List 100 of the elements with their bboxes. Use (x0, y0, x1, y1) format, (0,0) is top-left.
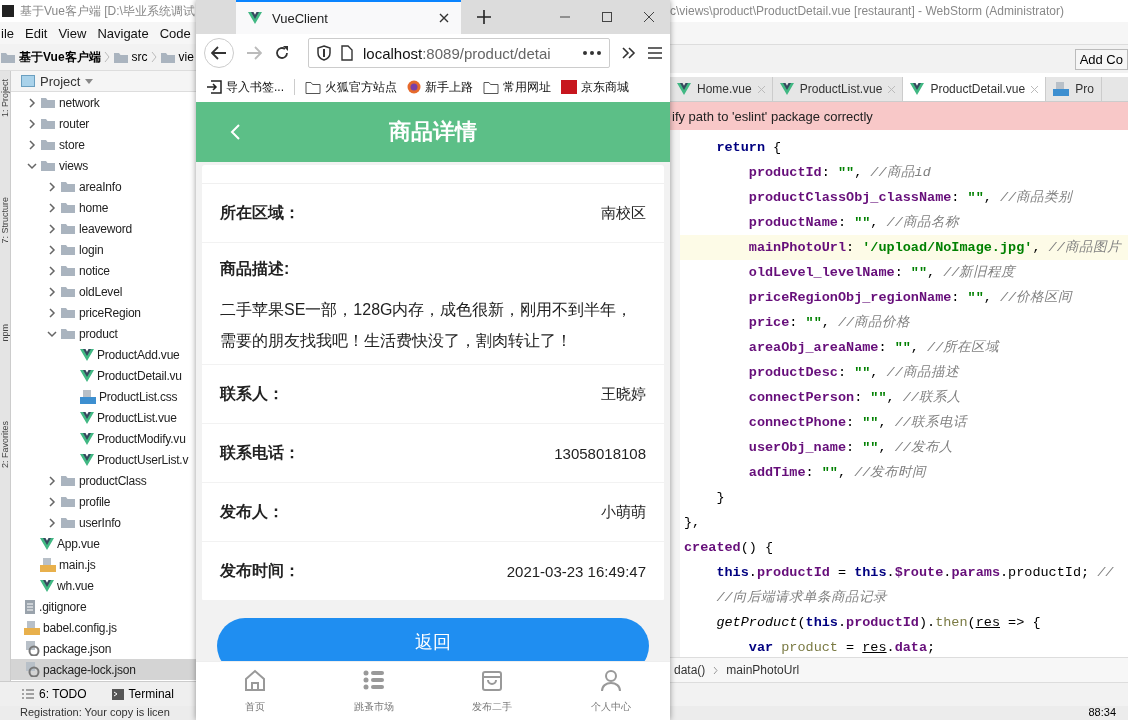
tool-window-tab[interactable]: 2: Favorites (0, 421, 10, 469)
bookmark[interactable]: 京东商城 (561, 78, 629, 96)
folder-icon (60, 495, 76, 508)
tree-item[interactable]: priceRegion (11, 302, 196, 323)
list-icon (22, 689, 34, 699)
folder-icon (305, 80, 321, 94)
menu-item[interactable]: Code (158, 25, 192, 41)
tree-item[interactable]: .gitignore (11, 596, 196, 617)
tree-item[interactable]: ProductDetail.vu (11, 365, 196, 386)
tree-item[interactable]: oldLevel (11, 281, 196, 302)
tool-window-tab[interactable]: Terminal (128, 687, 174, 701)
vue-logo-icon (80, 348, 94, 361)
tab-bar-item[interactable]: 个人中心 (551, 662, 670, 720)
menu-item[interactable]: Edit (24, 25, 49, 41)
field-label: 发布时间： (220, 560, 300, 581)
tree-item[interactable]: areaInfo (11, 176, 196, 197)
tree-item[interactable]: ProductList.vue (11, 407, 196, 428)
tree-item[interactable]: productClass (11, 470, 196, 491)
folder-icon (60, 243, 76, 256)
maximize-icon (601, 11, 613, 23)
tree-item[interactable]: userInfo (11, 512, 196, 533)
tree-item[interactable]: package.json (11, 638, 196, 659)
close-icon (1031, 85, 1039, 93)
tool-window-tab[interactable]: 6: TODO (39, 687, 87, 701)
vue-logo-icon (677, 83, 691, 95)
page-icon (341, 45, 353, 61)
bookmark[interactable]: 常用网址 (483, 78, 551, 96)
tree-item[interactable]: main.js (11, 554, 196, 575)
breadcrumb-item[interactable]: src (131, 50, 148, 64)
folder-icon (0, 50, 16, 64)
tree-item[interactable]: App.vue (11, 533, 196, 554)
field-label: 联系电话： (220, 442, 300, 463)
panel-title[interactable]: Project (40, 73, 81, 89)
plus-icon (477, 10, 491, 24)
tree-item[interactable]: login (11, 239, 196, 260)
folder-icon (60, 306, 76, 319)
folder-icon (40, 138, 56, 151)
tool-window-tab[interactable]: 1: Project (0, 79, 10, 118)
dropdown-caret-icon (85, 78, 94, 84)
tree-item[interactable]: store (11, 134, 196, 155)
code-line: productName: "", //商品名称 (747, 213, 961, 232)
bookmark[interactable]: 火狐官方站点 (305, 78, 397, 96)
bookmark[interactable]: 新手上路 (407, 78, 473, 96)
tree-item[interactable]: ProductModify.vu (11, 428, 196, 449)
css-file-icon (1053, 82, 1070, 96)
tool-window-tab[interactable]: npm (0, 323, 10, 342)
tree-item[interactable]: views (11, 155, 196, 176)
tree-item[interactable]: profile (11, 491, 196, 512)
tree-item[interactable]: ProductAdd.vue (11, 344, 196, 365)
address-bar[interactable]: localhost:8089/product/detai (308, 38, 610, 68)
js-file-icon (40, 557, 56, 572)
home-icon (243, 668, 268, 692)
folder-icon (60, 327, 76, 340)
tree-item[interactable]: wh.vue (11, 575, 196, 596)
cursor-position[interactable]: 88:34 (1088, 706, 1116, 720)
code-line: userObj_name: "", //发布人 (747, 439, 954, 457)
tab-bar-item[interactable]: 首页 (196, 662, 315, 720)
tree-item[interactable]: notice (11, 260, 196, 281)
browser-tab[interactable]: VueClient (236, 0, 461, 34)
bookmark[interactable]: 导入书签... (206, 78, 284, 96)
field-value: 南校区 (601, 203, 646, 223)
editor-tab[interactable]: Home.vue (670, 77, 773, 101)
menu-item[interactable]: View (57, 25, 88, 41)
code-line: } (715, 489, 726, 507)
breadcrumb-item[interactable]: mainPhotoUrl (726, 663, 800, 677)
back-button[interactable] (204, 38, 234, 68)
tree-item[interactable]: leaveword (11, 218, 196, 239)
code-line: connectPhone: "", //联系电话 (747, 414, 969, 432)
code-line: addTime: "", //发布时间 (747, 464, 928, 482)
tree-item[interactable]: network (11, 92, 196, 113)
editor-tab[interactable]: ProductDetail.vue (903, 77, 1047, 101)
tool-window-tab[interactable]: 7: Structure (0, 197, 10, 244)
tree-item[interactable]: home (11, 197, 196, 218)
globe-icon (407, 80, 421, 94)
config-file-icon (24, 662, 40, 677)
tab-bar-item[interactable]: 发布二手 (433, 662, 552, 720)
breadcrumb-item[interactable]: vie (178, 50, 194, 64)
breadcrumb-item[interactable]: data() (674, 663, 706, 677)
tab-bar-item[interactable]: 跳蚤市场 (314, 662, 433, 720)
back-arrow-icon (211, 46, 227, 60)
tree-item[interactable]: package-lock.json (11, 659, 196, 680)
shopping-bag-icon (480, 668, 505, 692)
code-line: productClassObj_className: "", //商品类别 (747, 188, 1074, 207)
code-line: connectPerson: "", //联系人 (747, 389, 962, 407)
folder-icon (60, 222, 76, 235)
menu-item[interactable]: ile (0, 25, 15, 41)
tree-item[interactable]: babel.config.js (11, 617, 196, 638)
add-configuration-button[interactable]: Add Co (1074, 48, 1128, 70)
tree-item[interactable]: ProductUserList.v (11, 449, 196, 470)
user-icon (598, 668, 623, 692)
breadcrumb-item[interactable]: 基于Vue客户端 (19, 48, 101, 66)
vue-logo-icon (80, 411, 94, 424)
menu-item[interactable]: Navigate (96, 25, 150, 41)
field-label: 发布人： (220, 501, 284, 522)
editor-tab[interactable]: Pro (1046, 77, 1102, 101)
tree-item[interactable]: router (11, 113, 196, 134)
tree-item[interactable]: product (11, 323, 196, 344)
overflow-chevrons-icon (622, 47, 636, 59)
tree-item[interactable]: ProductList.css (11, 386, 196, 407)
code-line: }, (683, 514, 702, 532)
